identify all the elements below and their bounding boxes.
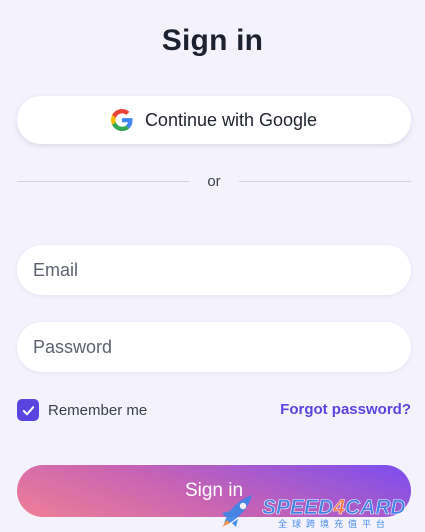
continue-with-google-button[interactable]: Continue with Google bbox=[17, 96, 411, 144]
remember-me-checkbox[interactable] bbox=[17, 399, 39, 421]
remember-me-label: Remember me bbox=[48, 401, 148, 419]
email-field[interactable] bbox=[17, 245, 411, 295]
google-icon bbox=[110, 109, 133, 131]
check-icon bbox=[22, 405, 34, 415]
continue-with-google-label: Continue with Google bbox=[144, 109, 318, 130]
sign-in-page: Sign in Continue with Google or Remember… bbox=[0, 0, 425, 532]
divider-text: or bbox=[207, 172, 221, 190]
forgot-password-link[interactable]: Forgot password? bbox=[280, 401, 411, 418]
divider-line-right bbox=[238, 180, 411, 182]
svg-text:全球跨境充值平台: 全球跨境充值平台 bbox=[278, 518, 390, 530]
or-divider: or bbox=[17, 172, 411, 190]
remember-me-toggle[interactable]: Remember me bbox=[17, 398, 147, 422]
divider-line-left bbox=[17, 180, 190, 182]
page-title: Sign in bbox=[161, 24, 264, 57]
password-field[interactable] bbox=[17, 322, 411, 372]
sign-in-button[interactable]: Sign in bbox=[17, 465, 411, 517]
